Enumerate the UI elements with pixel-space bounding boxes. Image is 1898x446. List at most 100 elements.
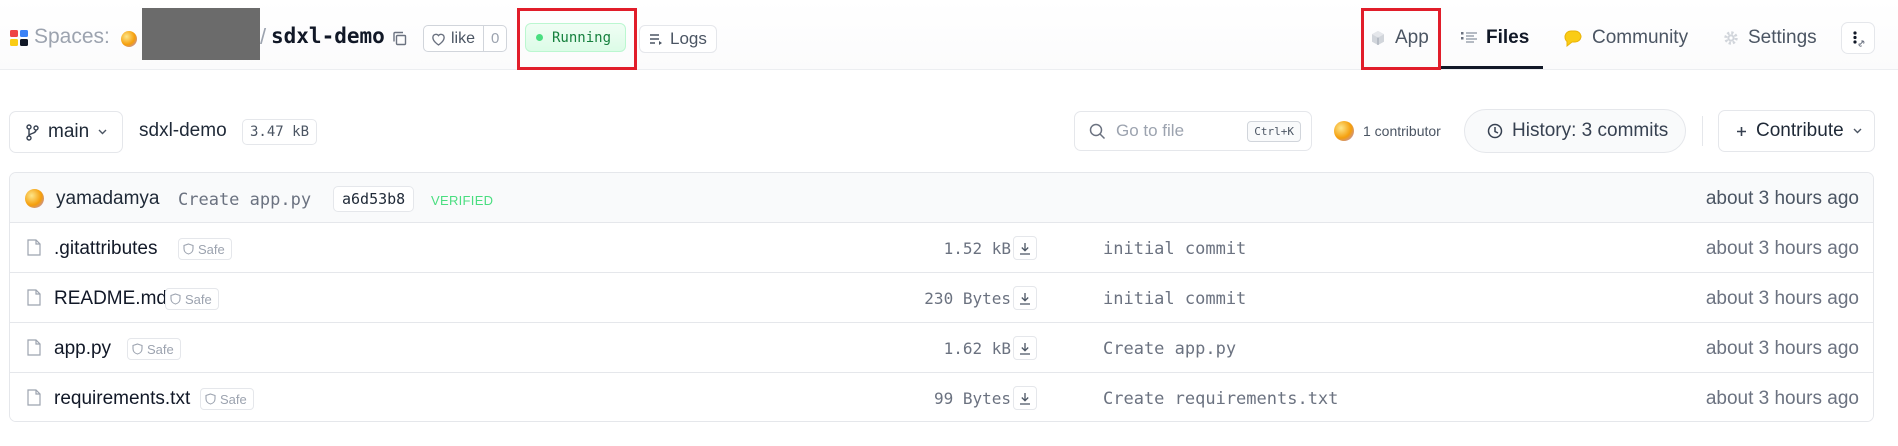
repo-name[interactable]: sdxl-demo xyxy=(271,24,385,48)
like-label: like xyxy=(451,29,476,47)
search-placeholder: Go to file xyxy=(1116,121,1185,140)
search-shortcut-kbd: Ctrl+K xyxy=(1247,121,1301,142)
active-tab-underline xyxy=(1441,66,1543,69)
shield-icon xyxy=(132,343,143,355)
download-button[interactable] xyxy=(1013,386,1037,410)
logs-label: Logs xyxy=(670,29,707,48)
table-row[interactable]: app.py Safe 1.62 kB Create app.py about … xyxy=(10,323,1873,373)
more-options-button[interactable] xyxy=(1841,22,1875,54)
branch-label: main xyxy=(48,121,90,142)
file-icon xyxy=(27,239,41,256)
history-button[interactable]: History: 3 commits xyxy=(1464,109,1686,153)
file-icon xyxy=(27,389,41,406)
safe-badge[interactable]: Safe xyxy=(165,288,219,310)
download-icon xyxy=(1020,292,1030,305)
gear-icon xyxy=(1724,31,1738,45)
owner-name-redacted xyxy=(142,8,260,60)
shield-icon xyxy=(170,293,181,305)
tab-files[interactable]: Files xyxy=(1461,22,1529,54)
more-vertical-icon xyxy=(1853,31,1865,47)
commit-author-avatar[interactable] xyxy=(25,189,44,208)
current-path[interactable]: sdxl-demo xyxy=(139,120,227,142)
file-size: 99 Bytes xyxy=(933,389,1011,408)
contribute-label: Contribute xyxy=(1756,120,1844,141)
download-icon xyxy=(1020,242,1030,255)
branch-selector[interactable]: main xyxy=(9,111,123,153)
download-button[interactable] xyxy=(1013,336,1037,360)
tab-settings-label: Settings xyxy=(1748,27,1817,48)
tab-community[interactable]: Community xyxy=(1563,22,1688,54)
file-size: 1.52 kB xyxy=(943,239,1011,258)
file-commit-message[interactable]: Create app.py xyxy=(1103,339,1236,359)
contributors-label: 1 contributor xyxy=(1363,123,1441,139)
last-commit-header: yamadamya Create app.py a6d53b8 VERIFIED… xyxy=(10,173,1873,223)
community-icon xyxy=(1564,29,1582,47)
file-size: 1.62 kB xyxy=(943,339,1011,358)
repo-size-badge: 3.47 kB xyxy=(242,119,318,145)
status-badge[interactable]: Running xyxy=(525,23,626,52)
contributor-avatar xyxy=(1334,121,1354,141)
cube-icon xyxy=(1372,31,1384,45)
history-label: History: 3 commits xyxy=(1512,120,1669,141)
path-separator: / xyxy=(260,24,267,49)
space-header: Spaces: / sdxl-demo like 0 Running Logs xyxy=(0,0,1898,70)
file-name[interactable]: requirements.txt xyxy=(54,388,190,410)
like-button[interactable]: like 0 xyxy=(423,25,508,52)
status-dot-icon xyxy=(536,34,543,41)
toolbar-divider xyxy=(1702,116,1703,146)
go-to-file-search[interactable]: Go to file Ctrl+K xyxy=(1074,111,1312,151)
file-time: about 3 hours ago xyxy=(1705,238,1859,259)
safe-label: Safe xyxy=(220,391,247,407)
heart-icon xyxy=(432,33,445,46)
download-button[interactable] xyxy=(1013,286,1037,310)
file-commit-message[interactable]: initial commit xyxy=(1103,239,1246,259)
file-time: about 3 hours ago xyxy=(1705,288,1859,309)
contributors-link[interactable]: 1 contributor xyxy=(1334,121,1441,141)
safe-label: Safe xyxy=(147,341,174,357)
logs-button[interactable]: Logs xyxy=(639,25,717,53)
clock-icon xyxy=(1487,123,1503,139)
file-name[interactable]: README.md xyxy=(54,288,167,310)
shield-icon xyxy=(205,393,216,405)
status-label: Running xyxy=(552,29,612,46)
commit-author[interactable]: yamadamya xyxy=(56,188,160,210)
file-commit-message[interactable]: Create requirements.txt xyxy=(1103,389,1338,409)
download-icon xyxy=(1020,342,1030,355)
safe-label: Safe xyxy=(185,291,212,307)
file-table: yamadamya Create app.py a6d53b8 VERIFIED… xyxy=(9,172,1874,422)
owner-avatar[interactable] xyxy=(121,31,137,47)
download-icon xyxy=(1020,392,1030,405)
safe-badge[interactable]: Safe xyxy=(127,338,181,360)
commit-time: about 3 hours ago xyxy=(1705,188,1859,209)
tab-app[interactable]: App xyxy=(1370,22,1429,54)
tab-app-label: App xyxy=(1395,27,1429,48)
spaces-logo-icon xyxy=(10,30,28,46)
commit-message[interactable]: Create app.py xyxy=(178,190,311,210)
verified-badge: VERIFIED xyxy=(431,193,494,208)
file-icon xyxy=(27,339,41,356)
safe-badge[interactable]: Safe xyxy=(178,238,232,260)
file-name[interactable]: app.py xyxy=(54,338,111,360)
plus-icon xyxy=(1737,126,1746,136)
chevron-down-icon xyxy=(98,129,107,135)
file-time: about 3 hours ago xyxy=(1705,338,1859,359)
logs-icon xyxy=(650,34,662,45)
like-count: 0 xyxy=(483,26,506,51)
tab-settings[interactable]: Settings xyxy=(1723,22,1817,54)
file-name[interactable]: .gitattributes xyxy=(54,238,158,260)
tab-community-label: Community xyxy=(1592,27,1689,48)
commit-hash[interactable]: a6d53b8 xyxy=(333,186,415,212)
download-button[interactable] xyxy=(1013,236,1037,260)
files-icon xyxy=(1461,32,1477,43)
spaces-label[interactable]: Spaces: xyxy=(34,25,110,49)
contribute-button[interactable]: Contribute xyxy=(1718,110,1875,152)
search-icon xyxy=(1089,123,1106,139)
safe-badge[interactable]: Safe xyxy=(200,388,254,410)
file-commit-message[interactable]: initial commit xyxy=(1103,289,1246,309)
table-row[interactable]: requirements.txt Safe 99 Bytes Create re… xyxy=(10,373,1873,421)
table-row[interactable]: README.md Safe 230 Bytes initial commit … xyxy=(10,273,1873,323)
copy-icon[interactable] xyxy=(392,31,407,46)
shield-icon xyxy=(183,243,194,255)
file-icon xyxy=(27,289,41,306)
table-row[interactable]: .gitattributes Safe 1.52 kB initial comm… xyxy=(10,223,1873,273)
